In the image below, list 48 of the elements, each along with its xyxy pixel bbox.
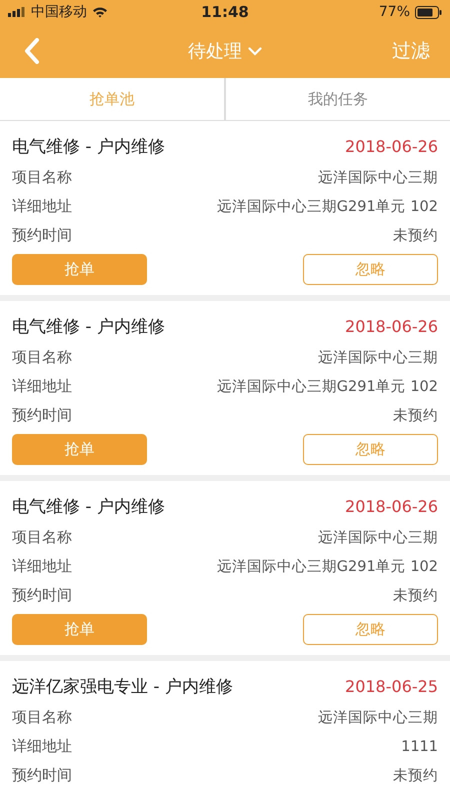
order-title: 电气维修 - 户内维修 bbox=[12, 496, 165, 518]
field-value: 1111 bbox=[401, 738, 438, 754]
field-value: 远洋国际中心三期G291单元 102 bbox=[216, 558, 438, 576]
chevron-down-icon bbox=[248, 46, 262, 56]
field-value: 远洋国际中心三期 bbox=[318, 348, 438, 367]
field-label: 预约时间 bbox=[12, 766, 72, 785]
ignore-button[interactable]: 忽略 bbox=[303, 254, 438, 285]
field-label: 项目名称 bbox=[12, 708, 72, 727]
field-label: 预约时间 bbox=[12, 586, 72, 605]
order-date: 2018-06-26 bbox=[345, 136, 438, 156]
battery-percent: 77% bbox=[378, 4, 410, 20]
field-label: 详细地址 bbox=[12, 197, 72, 216]
order-date: 2018-06-26 bbox=[345, 496, 438, 516]
field-label: 项目名称 bbox=[12, 348, 72, 367]
filter-button[interactable]: 过滤 bbox=[392, 38, 430, 64]
field-value: 未预约 bbox=[393, 227, 438, 245]
field-value: 未预约 bbox=[393, 587, 438, 605]
field-label: 项目名称 bbox=[12, 168, 72, 187]
order-title: 远洋亿家强电专业 - 户内维修 bbox=[12, 676, 233, 698]
field-value: 远洋国际中心三期 bbox=[318, 708, 438, 727]
order-date: 2018-06-25 bbox=[345, 676, 438, 696]
field-label: 预约时间 bbox=[12, 406, 72, 425]
field-label: 项目名称 bbox=[12, 528, 72, 547]
field-value: 远洋国际中心三期 bbox=[318, 168, 438, 187]
carrier-name: 中国移动 bbox=[31, 3, 87, 21]
field-value: 远洋国际中心三期 bbox=[318, 528, 438, 547]
signal-icon bbox=[8, 7, 26, 17]
status-dropdown[interactable]: 待处理 bbox=[188, 39, 262, 63]
field-label: 详细地址 bbox=[12, 377, 72, 396]
order-title: 电气维修 - 户内维修 bbox=[12, 316, 165, 338]
order-title: 电气维修 - 户内维修 bbox=[12, 136, 165, 158]
order-date: 2018-06-26 bbox=[345, 316, 438, 336]
field-label: 详细地址 bbox=[12, 737, 72, 756]
clock-time: 11:48 bbox=[201, 3, 249, 21]
field-label: 预约时间 bbox=[12, 226, 72, 245]
battery-icon bbox=[415, 6, 442, 18]
back-icon[interactable] bbox=[24, 38, 40, 64]
field-label: 详细地址 bbox=[12, 557, 72, 576]
ignore-button[interactable]: 忽略 bbox=[303, 614, 438, 645]
ignore-button[interactable]: 忽略 bbox=[303, 434, 438, 465]
wifi-icon bbox=[92, 6, 108, 18]
field-value: 未预约 bbox=[393, 407, 438, 425]
grab-order-button[interactable]: 抢单 bbox=[12, 434, 147, 465]
field-value: 远洋国际中心三期G291单元 102 bbox=[216, 378, 438, 396]
field-value: 远洋国际中心三期G291单元 102 bbox=[216, 198, 438, 216]
grab-order-button[interactable]: 抢单 bbox=[12, 254, 147, 285]
grab-order-button[interactable]: 抢单 bbox=[12, 614, 147, 645]
field-value: 未预约 bbox=[393, 767, 438, 785]
